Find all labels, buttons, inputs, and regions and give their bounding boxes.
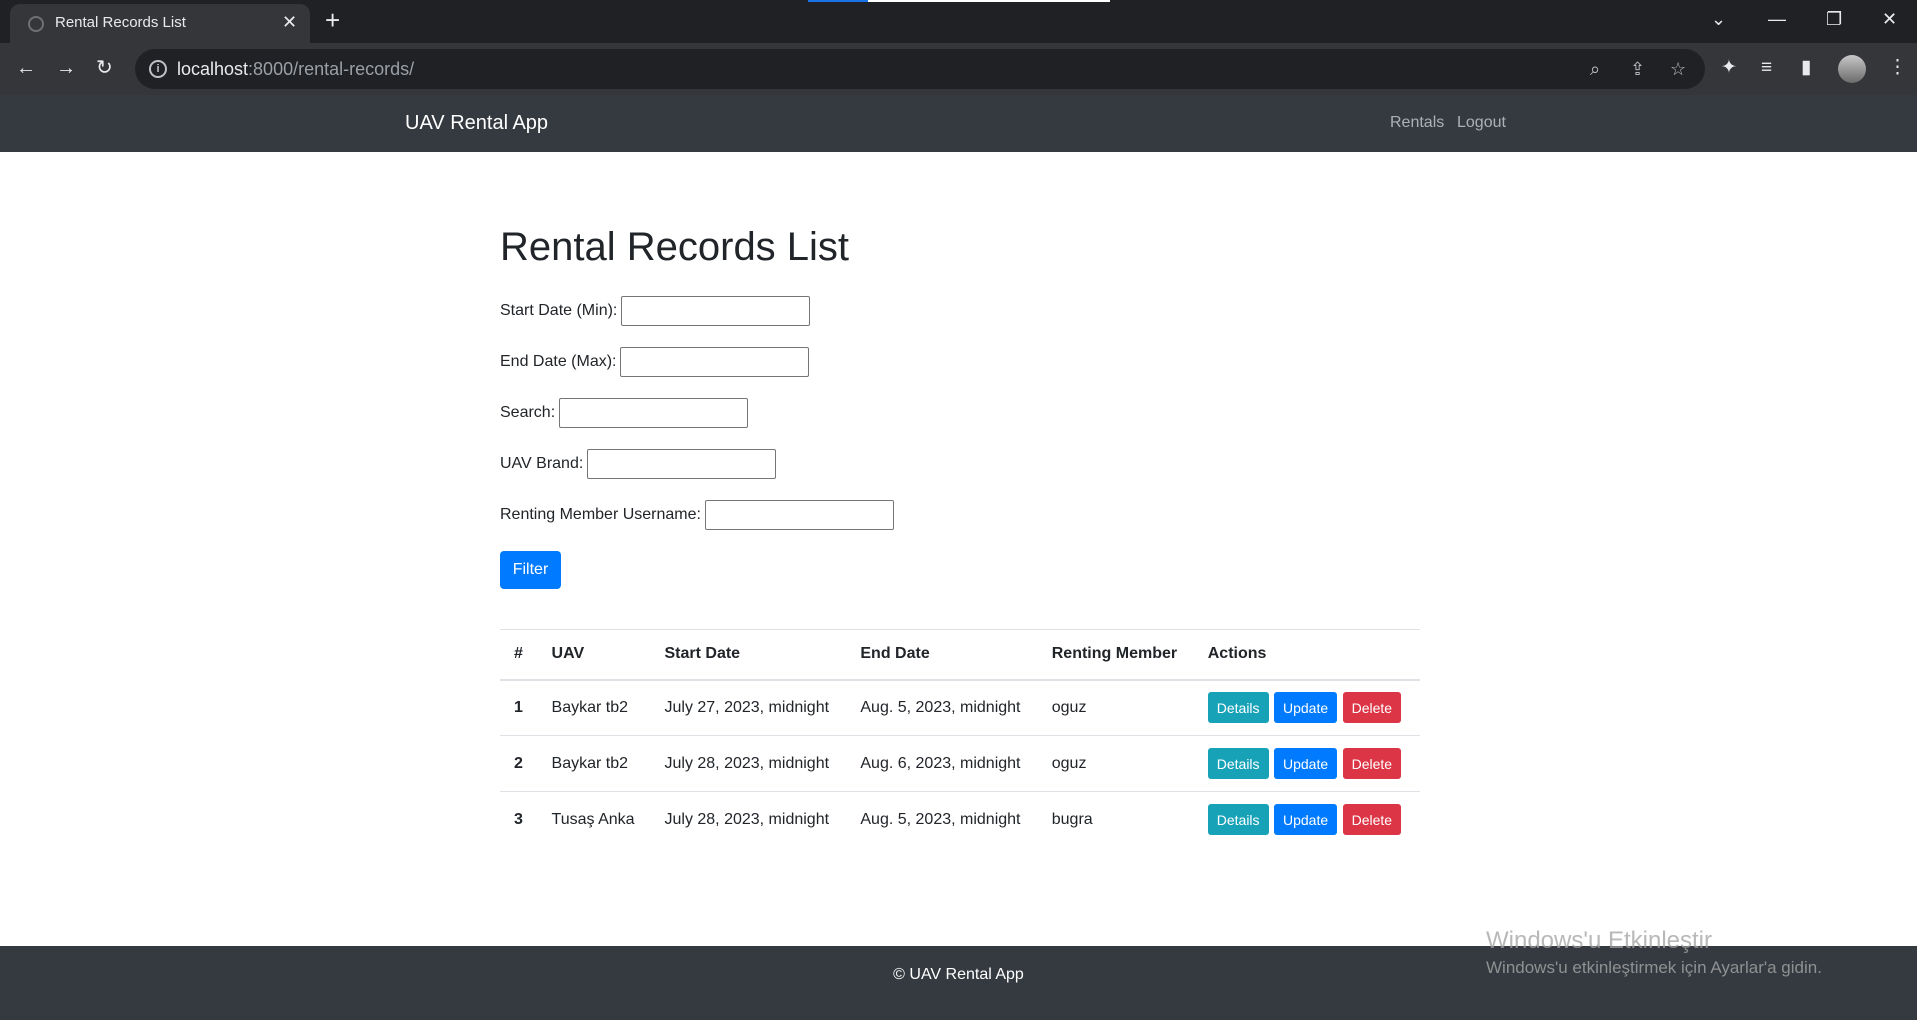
row-start-date: July 28, 2023, midnight: [650, 791, 847, 848]
navbar-brand[interactable]: UAV Rental App: [405, 112, 548, 135]
zoom-icon[interactable]: ⌕: [1590, 58, 1600, 80]
delete-button[interactable]: Delete: [1342, 692, 1402, 724]
row-end-date: Aug. 5, 2023, midnight: [846, 679, 1038, 736]
end-date-label: End Date (Max):: [500, 353, 617, 370]
row-actions: Details Update Delete: [1193, 735, 1420, 792]
profile-avatar[interactable]: [1838, 55, 1866, 83]
start-date-label: Start Date (Min):: [500, 302, 618, 319]
tab-strip-indicator-accent: [808, 0, 868, 2]
row-actions: Details Update Delete: [1193, 791, 1420, 848]
filter-start-date: Start Date (Min):: [500, 296, 811, 326]
table-header-row: # UAV Start Date End Date Renting Member…: [500, 629, 1420, 681]
details-button[interactable]: Details: [1207, 804, 1269, 836]
url-text[interactable]: localhost:8000/rental-records/: [177, 59, 414, 80]
start-date-input[interactable]: [621, 296, 811, 326]
nav-link-rentals[interactable]: Rentals: [1390, 114, 1444, 132]
back-icon[interactable]: ←: [16, 56, 36, 80]
update-button[interactable]: Update: [1274, 748, 1338, 779]
share-icon[interactable]: ⇪: [1630, 58, 1645, 80]
table-row: 2 Baykar tb2 July 28, 2023, midnight Aug…: [500, 735, 1420, 792]
row-uav: Baykar tb2: [537, 679, 651, 736]
url-host: localhost: [177, 59, 249, 79]
windows-activation-title: Windows'u Etkinleştir: [1486, 927, 1712, 954]
windows-activation-subtitle: Windows'u etkinleştirmek için Ayarlar'a …: [1486, 958, 1822, 977]
row-number: 2: [500, 735, 538, 792]
filter-end-date: End Date (Max):: [500, 347, 810, 377]
browser-tab-bar: Rental Records List ✕ + ⌄ — ❐ ✕: [0, 0, 1917, 43]
update-button[interactable]: Update: [1274, 804, 1338, 836]
column-header-end-date: End Date: [846, 629, 1038, 681]
forward-icon[interactable]: →: [56, 56, 76, 80]
table-row: 1 Baykar tb2 July 27, 2023, midnight Aug…: [500, 679, 1420, 736]
update-button[interactable]: Update: [1274, 692, 1338, 724]
row-uav: Tusaş Anka: [537, 791, 651, 848]
tab-search-icon[interactable]: ⌄: [1711, 8, 1726, 30]
row-renting-member: bugra: [1037, 791, 1194, 848]
row-number: 1: [500, 679, 538, 736]
column-header-uav: UAV: [537, 629, 651, 681]
search-label: Search:: [500, 404, 556, 421]
row-renting-member: oguz: [1037, 735, 1194, 792]
filter-member: Renting Member Username:: [500, 500, 894, 530]
row-uav: Baykar tb2: [537, 735, 651, 792]
menu-kebab-icon[interactable]: ⋮: [1888, 56, 1907, 80]
rental-records-table: # UAV Start Date End Date Renting Member…: [500, 629, 1420, 848]
uav-brand-label: UAV Brand:: [500, 455, 584, 472]
close-tab-icon[interactable]: ✕: [282, 11, 297, 33]
row-actions: Details Update Delete: [1193, 679, 1420, 736]
member-username-input[interactable]: [704, 500, 894, 530]
delete-button[interactable]: Delete: [1342, 748, 1402, 779]
site-info-icon[interactable]: i: [149, 60, 167, 78]
app-navbar: UAV Rental App Rentals Logout: [0, 95, 1917, 152]
end-date-input[interactable]: [620, 347, 810, 377]
column-header-actions: Actions: [1193, 629, 1420, 681]
table-row: 3 Tusaş Anka July 28, 2023, midnight Aug…: [500, 791, 1420, 848]
row-renting-member: oguz: [1037, 679, 1194, 736]
details-button[interactable]: Details: [1207, 748, 1269, 779]
address-bar[interactable]: i localhost:8000/rental-records/ ⌕ ⇪ ☆: [135, 49, 1705, 89]
page-title: Rental Records List: [500, 225, 850, 269]
url-path: :8000/rental-records/: [248, 59, 415, 79]
details-button[interactable]: Details: [1207, 692, 1269, 724]
browser-toolbar: ← → ↻ i localhost:8000/rental-records/ ⌕…: [0, 43, 1917, 95]
bookmark-star-icon[interactable]: ☆: [1670, 58, 1686, 80]
filter-uav-brand: UAV Brand:: [500, 449, 777, 479]
row-start-date: July 27, 2023, midnight: [650, 679, 847, 736]
nav-link-logout[interactable]: Logout: [1457, 114, 1506, 132]
member-username-label: Renting Member Username:: [500, 506, 701, 523]
filter-button[interactable]: Filter: [500, 551, 561, 589]
row-number: 3: [500, 791, 538, 848]
media-control-icon[interactable]: ≡: [1761, 56, 1772, 80]
reload-icon[interactable]: ↻: [96, 56, 113, 80]
column-header-renting-member: Renting Member: [1037, 629, 1194, 681]
new-tab-icon[interactable]: +: [325, 6, 340, 34]
delete-button[interactable]: Delete: [1342, 804, 1402, 836]
tab-title: Rental Records List: [55, 14, 186, 31]
search-input[interactable]: [559, 398, 749, 428]
extensions-icon[interactable]: ✦: [1721, 56, 1737, 80]
column-header-number: #: [500, 629, 538, 681]
row-end-date: Aug. 5, 2023, midnight: [846, 791, 1038, 848]
row-start-date: July 28, 2023, midnight: [650, 735, 847, 792]
row-end-date: Aug. 6, 2023, midnight: [846, 735, 1038, 792]
restore-icon[interactable]: ❐: [1826, 8, 1842, 30]
globe-icon: [28, 16, 44, 32]
browser-tab[interactable]: Rental Records List ✕: [10, 4, 310, 43]
filter-search: Search:: [500, 398, 749, 428]
minimize-icon[interactable]: —: [1768, 8, 1786, 30]
close-window-icon[interactable]: ✕: [1882, 8, 1897, 30]
column-header-start-date: Start Date: [650, 629, 847, 681]
uav-brand-input[interactable]: [587, 449, 777, 479]
side-panel-icon[interactable]: ▮: [1801, 56, 1811, 80]
